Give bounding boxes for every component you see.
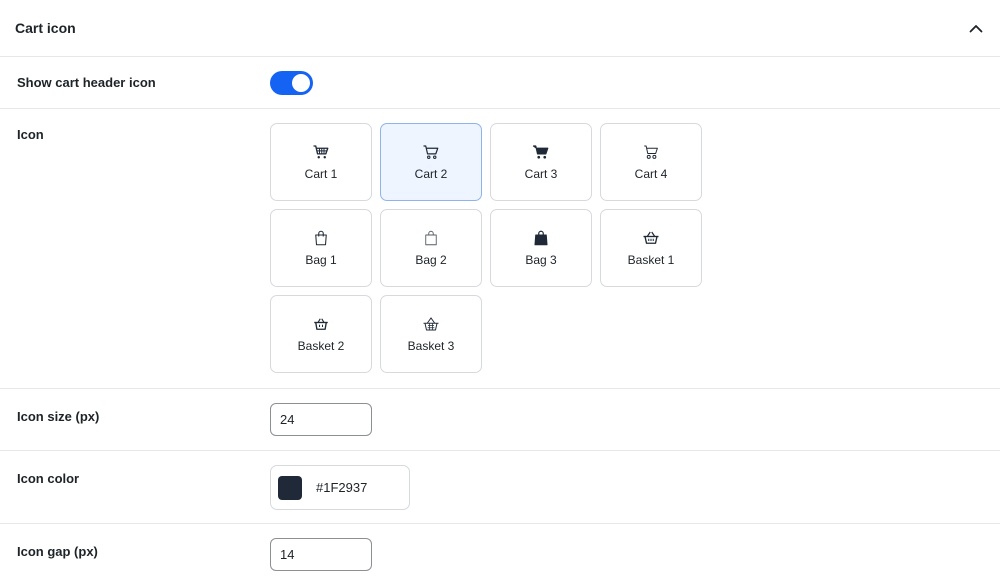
- icon-option-label: Cart 3: [524, 167, 558, 181]
- bag-2-icon: [425, 230, 437, 246]
- show-icon-toggle[interactable]: [270, 70, 313, 95]
- panel-header[interactable]: Cart icon: [0, 0, 1000, 57]
- basket-1-icon: [643, 231, 659, 244]
- icon-option-bag-2[interactable]: Bag 2: [380, 209, 482, 287]
- color-swatch[interactable]: [278, 475, 302, 500]
- icon-option-cart-2[interactable]: Cart 2: [380, 123, 482, 201]
- icon-gap-input[interactable]: [270, 538, 372, 571]
- icon-option-label: Basket 1: [627, 253, 675, 267]
- icon-option-bag-3[interactable]: Bag 3: [490, 209, 592, 287]
- basket-2-icon: [314, 318, 328, 330]
- icon-option-label: Cart 2: [414, 167, 448, 181]
- icon-option-label: Bag 1: [305, 253, 337, 267]
- icon-option-cart-4[interactable]: Cart 4: [600, 123, 702, 201]
- icon-option-cart-1[interactable]: Cart 1: [270, 123, 372, 201]
- panel-title: Cart icon: [15, 20, 76, 36]
- cart-4-icon: [644, 145, 658, 159]
- icon-row: Icon Cart 1 Cart 2 Cart 3 Cart 4 Bag 1 B…: [0, 109, 1000, 389]
- icon-label: Icon: [17, 127, 44, 142]
- chevron-up-icon[interactable]: [964, 16, 988, 40]
- color-value: #1F2937: [316, 480, 368, 495]
- icon-size-label: Icon size (px): [17, 409, 100, 424]
- icon-option-bag-1[interactable]: Bag 1: [270, 209, 372, 287]
- icon-option-basket-1[interactable]: Basket 1: [600, 209, 702, 287]
- bag-1-icon: [315, 230, 327, 246]
- icon-option-label: Cart 4: [634, 167, 668, 181]
- icon-size-row: Icon size (px): [0, 389, 1000, 451]
- cart-3-icon: [532, 145, 549, 159]
- icon-color-row: Icon color #1F2937: [0, 451, 1000, 524]
- icon-option-basket-3[interactable]: Basket 3: [380, 295, 482, 373]
- icon-option-label: Basket 2: [297, 339, 345, 353]
- icon-option-label: Bag 3: [525, 253, 557, 267]
- show-icon-label: Show cart header icon: [17, 75, 156, 90]
- icon-option-basket-2[interactable]: Basket 2: [270, 295, 372, 373]
- cart-2-icon: [423, 145, 439, 159]
- icon-gap-row: Icon gap (px): [0, 524, 1000, 583]
- icon-option-cart-3[interactable]: Cart 3: [490, 123, 592, 201]
- icon-option-label: Basket 3: [407, 339, 455, 353]
- cart-1-icon: [313, 145, 329, 159]
- icon-picker-grid: Cart 1 Cart 2 Cart 3 Cart 4 Bag 1 Bag 2 …: [270, 123, 1000, 373]
- icon-color-label: Icon color: [17, 471, 80, 486]
- icon-gap-label: Icon gap (px): [17, 544, 98, 559]
- toggle-knob: [292, 73, 310, 92]
- icon-option-label: Cart 1: [304, 167, 338, 181]
- basket-3-icon: [423, 317, 439, 331]
- bag-3-icon: [534, 230, 548, 246]
- show-icon-row: Show cart header icon: [0, 57, 1000, 109]
- icon-option-label: Bag 2: [415, 253, 447, 267]
- icon-color-picker[interactable]: #1F2937: [270, 465, 410, 510]
- icon-size-input[interactable]: [270, 403, 372, 436]
